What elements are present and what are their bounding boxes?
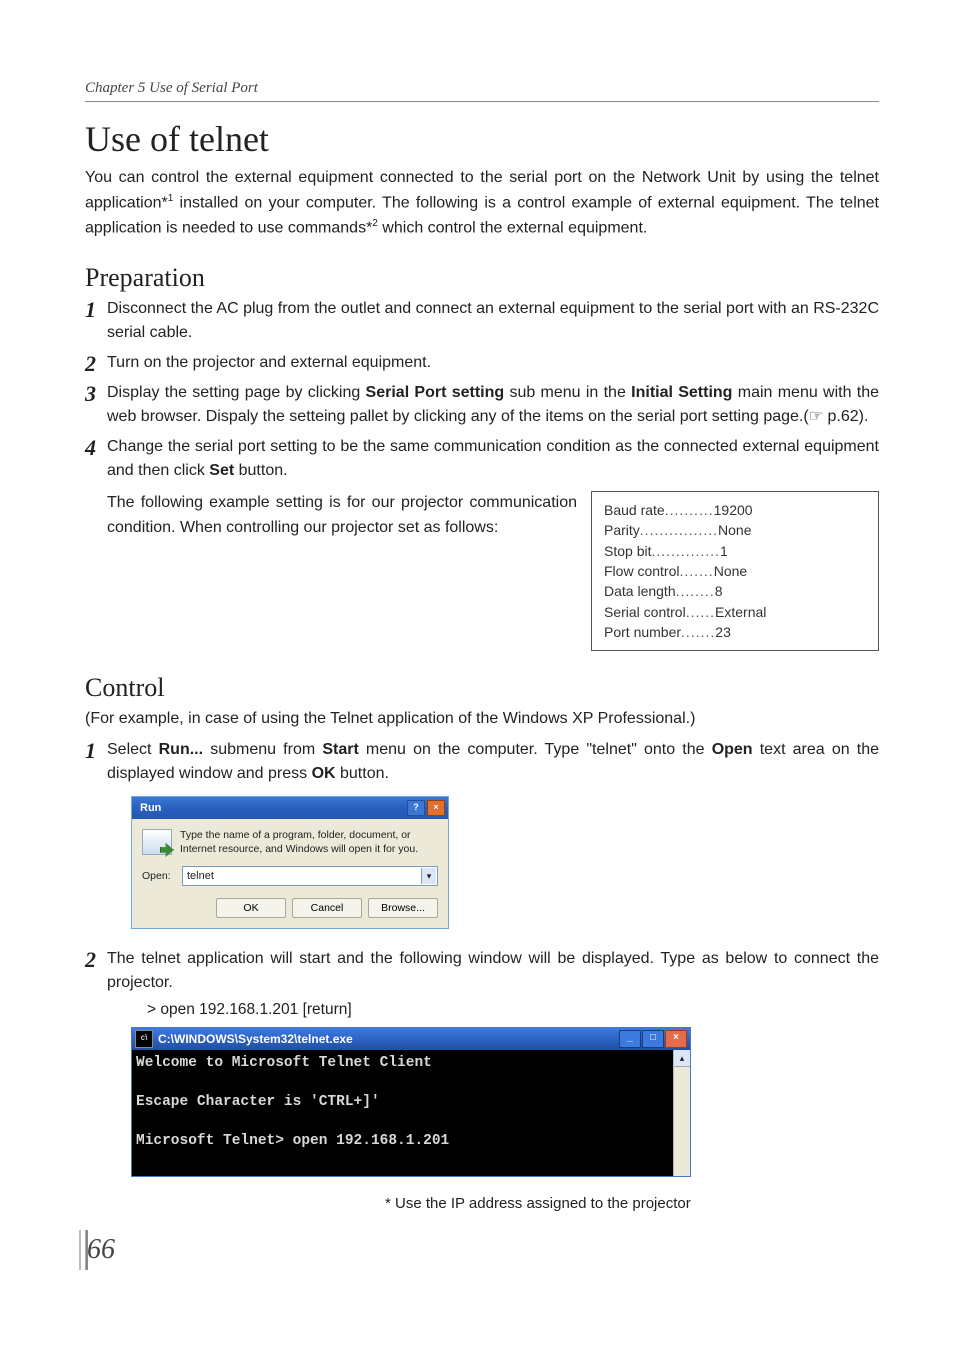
- run-icon: [142, 829, 172, 855]
- maximize-button[interactable]: □: [642, 1030, 664, 1048]
- control-step-1: 1Select Run... submenu from Start menu o…: [85, 738, 879, 786]
- setting-label: Serial control: [604, 602, 686, 622]
- control-list-2: 2The telnet application will start and t…: [85, 947, 879, 995]
- prep-step: 4Change the serial port setting to be th…: [85, 435, 879, 483]
- close-button[interactable]: ×: [665, 1030, 687, 1048]
- control-heading: Control: [85, 673, 879, 703]
- settings-row: Port number .......23: [604, 622, 866, 642]
- settings-row: Flow control .......None: [604, 561, 866, 581]
- telnet-output: Welcome to Microsoft Telnet Client Escap…: [132, 1050, 673, 1176]
- setting-dots: ..........: [665, 500, 714, 520]
- run-title: Run: [140, 802, 161, 814]
- cancel-button[interactable]: Cancel: [292, 898, 362, 918]
- settings-row: Parity ................None: [604, 520, 866, 540]
- example-setting-text: The following example setting is for our…: [85, 491, 577, 651]
- run-titlebar: Run ? ×: [132, 797, 448, 819]
- prep-step: 2Turn on the projector and external equi…: [85, 351, 879, 375]
- browse-button[interactable]: Browse...: [368, 898, 438, 918]
- setting-value: 23: [715, 622, 731, 642]
- setting-dots: .......: [681, 622, 715, 642]
- running-head: Chapter 5 Use of Serial Port: [85, 80, 879, 102]
- scrollbar[interactable]: [673, 1050, 690, 1176]
- page-number: 66: [85, 1230, 121, 1270]
- setting-label: Parity: [604, 520, 640, 540]
- open-value: telnet: [187, 870, 214, 882]
- close-button[interactable]: ×: [427, 800, 445, 816]
- prep-step: 1Disconnect the AC plug from the outlet …: [85, 297, 879, 345]
- run-description: Type the name of a program, folder, docu…: [180, 829, 438, 856]
- setting-value: 8: [715, 581, 723, 601]
- setting-dots: ..............: [651, 541, 719, 561]
- page-title: Use of telnet: [85, 118, 879, 160]
- setting-value: External: [715, 602, 766, 622]
- prep-step: 3Display the setting page by clicking Se…: [85, 381, 879, 429]
- step-number: 2: [85, 943, 96, 976]
- minimize-button[interactable]: _: [619, 1030, 641, 1048]
- telnet-title: C:\WINDOWS\System32\telnet.exe: [158, 1032, 353, 1046]
- open-combobox[interactable]: telnet: [182, 866, 438, 886]
- setting-dots: ........: [676, 581, 715, 601]
- run-dialog: Run ? × Type the name of a program, fold…: [131, 796, 449, 929]
- settings-box: Baud rate ..........19200Parity ........…: [591, 491, 879, 651]
- telnet-titlebar: c\ C:\WINDOWS\System32\telnet.exe _ □ ×: [132, 1028, 690, 1050]
- control-note: (For example, in case of using the Telne…: [85, 707, 879, 732]
- step-text: Turn on the projector and external equip…: [107, 354, 431, 371]
- setting-dots: .......: [679, 561, 713, 581]
- step-text: Disconnect the AC plug from the outlet a…: [107, 300, 879, 341]
- telnet-window: c\ C:\WINDOWS\System32\telnet.exe _ □ × …: [131, 1027, 691, 1177]
- typed-command: > open 192.168.1.201 [return]: [147, 1001, 879, 1019]
- step-text: Change the serial port setting to be the…: [107, 438, 879, 479]
- setting-value: 1: [720, 541, 728, 561]
- preparation-heading: Preparation: [85, 263, 879, 293]
- help-button[interactable]: ?: [407, 800, 425, 816]
- step-number: 1: [85, 734, 96, 767]
- setting-value: None: [714, 561, 747, 581]
- intro-part3: which control the external equipment.: [378, 219, 647, 236]
- setting-label: Baud rate: [604, 500, 665, 520]
- step-number: 4: [85, 431, 96, 464]
- step-number: 2: [85, 347, 96, 380]
- cmd-icon: c\: [135, 1030, 153, 1048]
- control-step-2: 2The telnet application will start and t…: [85, 947, 879, 995]
- ip-footnote: * Use the IP address assigned to the pro…: [385, 1195, 879, 1212]
- setting-dots: ......: [686, 602, 715, 622]
- ok-button[interactable]: OK: [216, 898, 286, 918]
- control-list: 1Select Run... submenu from Start menu o…: [85, 738, 879, 786]
- settings-row: Serial control......External: [604, 602, 866, 622]
- setting-dots: ................: [640, 520, 718, 540]
- setting-label: Stop bit: [604, 541, 651, 561]
- open-label: Open:: [142, 870, 176, 882]
- setting-value: None: [718, 520, 751, 540]
- step-number: 1: [85, 293, 96, 326]
- step-number: 3: [85, 377, 96, 410]
- settings-row: Baud rate ..........19200: [604, 500, 866, 520]
- step-text: Display the setting page by clicking Ser…: [107, 384, 879, 425]
- setting-value: 19200: [714, 500, 753, 520]
- preparation-list: 1Disconnect the AC plug from the outlet …: [85, 297, 879, 483]
- intro-paragraph: You can control the external equipment c…: [85, 166, 879, 241]
- setting-label: Flow control: [604, 561, 679, 581]
- setting-label: Port number: [604, 622, 681, 642]
- settings-row: Stop bit ..............1: [604, 541, 866, 561]
- settings-row: Data length ........8: [604, 581, 866, 601]
- setting-label: Data length: [604, 581, 676, 601]
